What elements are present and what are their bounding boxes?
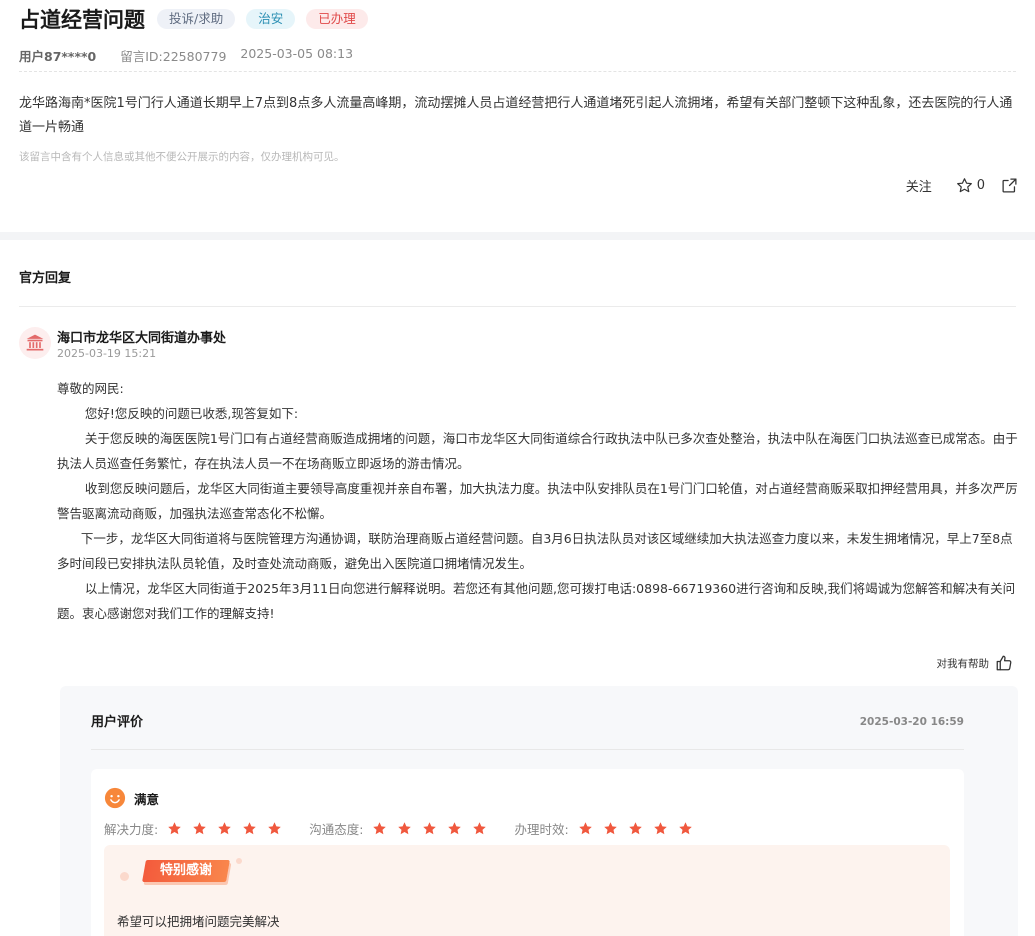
government-building-icon <box>26 334 44 351</box>
star-count: 0 <box>976 178 985 193</box>
star-icon <box>237 821 262 837</box>
star-icon <box>392 821 417 837</box>
reply-paragraph: 收到您反映问题后，龙华区大同街道主要领导高度重视并亲自布署，加大执法力度。执法中… <box>57 481 1018 521</box>
organization-name: 海口市龙华区大同街道办事处 <box>57 331 227 346</box>
category-tag: 投诉/求助 <box>157 9 236 29</box>
star-icon <box>417 821 442 837</box>
rating-label: 沟通态度: <box>309 822 364 837</box>
reply-paragraph: 您好!您反映的问题已收悉,现答复如下: <box>57 406 299 421</box>
rating-label: 办理时效: <box>514 822 569 837</box>
message-id: 留言ID:22580779 <box>120 49 227 64</box>
star-icon <box>367 821 392 837</box>
star-icon <box>262 821 287 837</box>
user-name: 用户87****0 <box>19 49 97 64</box>
privacy-notice: 该留言中含有个人信息或其他不便公开展示的内容，仅办理机构可见。 <box>19 151 345 163</box>
section-separator <box>0 232 1035 240</box>
satisfaction-label: 满意 <box>134 791 160 807</box>
page-title: 占道经营问题 <box>19 8 145 32</box>
message-content: 龙华路海南*医院1号门行人通道长期早上7点到8点多人流量高峰期，流动摆摊人员占道… <box>19 96 1013 135</box>
reply-paragraph: 以上情况，龙华区大同街道于2025年3月11日向您进行解释说明。若您还有其他问题… <box>57 581 1016 621</box>
reply-body: 尊敬的网民: 您好!您反映的问题已收悉,现答复如下: 关于您反映的海医医院1号门… <box>57 376 1021 626</box>
message-meta: 用户87****0 留言ID:22580779 2025-03-05 08:13 <box>19 46 353 65</box>
reply-date: 2025-03-19 15:21 <box>57 347 157 360</box>
special-thanks-box: 特别感谢 希望可以把拥堵问题完美解决 <box>104 845 950 936</box>
reply-paragraph: 下一步，龙华区大同街道将与医院管理方沟通协调，联防治理商贩占道经营问题。自3月6… <box>57 531 1013 571</box>
decorative-dot <box>236 858 242 864</box>
ratings-row: 解决力度: 沟通态度: 办理时效: <box>104 819 720 838</box>
rating-stars <box>162 821 287 837</box>
rating-label: 解决力度: <box>104 822 159 837</box>
helpful-button[interactable]: 对我有帮助 <box>937 654 1014 672</box>
message-actions: 关注 0 <box>906 176 1018 195</box>
satisfaction-row: 满意 <box>104 787 159 809</box>
message-section: 占道经营问题 投诉/求助 治安 已办理 用户87****0 留言ID:22580… <box>0 0 1035 232</box>
rating-resolution: 解决力度: <box>104 819 287 838</box>
status-badge: 已办理 <box>306 9 368 29</box>
evaluation-card: 满意 解决力度: 沟通态度: 办理时效: 特别感谢 希望可以把拥堵问题完美解决 <box>91 769 964 936</box>
reply-paragraph: 关于您反映的海医医院1号门口有占道经营商贩造成拥堵的问题，海口市龙华区大同街道综… <box>57 431 1018 471</box>
rating-timeliness: 办理时效: <box>514 819 697 838</box>
star-icon <box>573 821 598 837</box>
decorative-dot <box>120 872 129 881</box>
divider <box>91 749 964 750</box>
star-icon <box>598 821 623 837</box>
organization-avatar <box>19 327 51 359</box>
smiley-face-icon <box>104 787 126 809</box>
rating-communication: 沟通态度: <box>309 819 492 838</box>
user-evaluation-panel: 用户评价 2025-03-20 16:59 满意 解决力度: 沟通态度: 办理时… <box>60 686 1018 936</box>
divider <box>19 306 1016 307</box>
reply-paragraph: 尊敬的网民: <box>57 381 124 396</box>
special-thanks-badge: 特别感谢 <box>142 860 230 882</box>
star-icon <box>648 821 673 837</box>
reply-section-title: 官方回复 <box>19 271 72 286</box>
message-datetime: 2025-03-05 08:13 <box>240 46 354 61</box>
follow-button[interactable]: 关注 <box>906 176 932 195</box>
divider <box>19 71 1016 72</box>
star-icon <box>956 178 972 193</box>
evaluation-title: 用户评价 <box>91 715 144 730</box>
star-icon <box>467 821 492 837</box>
star-button[interactable]: 0 <box>956 177 985 194</box>
helpful-label: 对我有帮助 <box>936 657 990 670</box>
thumbs-up-icon <box>996 655 1012 671</box>
star-icon <box>623 821 648 837</box>
rating-stars <box>367 821 492 837</box>
star-icon <box>442 821 467 837</box>
star-icon <box>673 821 698 837</box>
title-row: 占道经营问题 投诉/求助 治安 已办理 <box>19 4 368 34</box>
thanks-text: 希望可以把拥堵问题完美解决 <box>117 914 280 929</box>
share-icon[interactable] <box>1001 177 1018 194</box>
rating-stars <box>573 821 698 837</box>
star-icon <box>187 821 212 837</box>
badge-text: 特别感谢 <box>159 863 212 878</box>
star-icon <box>162 821 187 837</box>
star-icon <box>212 821 237 837</box>
evaluation-date: 2025-03-20 16:59 <box>859 716 964 728</box>
type-tag: 治安 <box>246 9 296 29</box>
